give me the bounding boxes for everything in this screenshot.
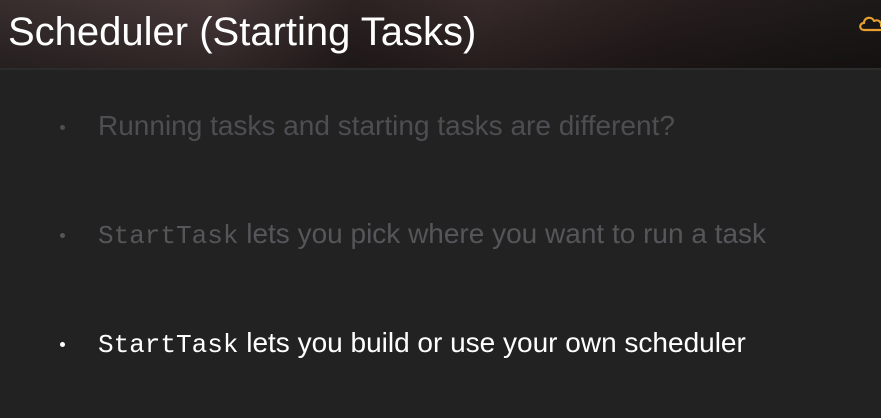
bullet-item-1: Running tasks and starting tasks are dif…	[0, 106, 881, 146]
bullet-code: StartTask	[98, 221, 239, 251]
slide-header: Scheduler (Starting Tasks)	[0, 0, 881, 68]
bullet-text-body: lets you pick where you want to run a ta…	[238, 218, 767, 249]
bullet-text: StartTask lets you pick where you want t…	[98, 218, 766, 251]
slide: Scheduler (Starting Tasks) Running tasks…	[0, 0, 881, 418]
bullet-item-3: StartTask lets you build or use your own…	[0, 323, 881, 363]
bullet-text: Running tasks and starting tasks are dif…	[98, 110, 675, 142]
bullet-text: StartTask lets you build or use your own…	[98, 327, 746, 360]
bullet-text-body: Running tasks and starting tasks are dif…	[98, 110, 675, 141]
bullet-item-2: StartTask lets you pick where you want t…	[0, 214, 881, 254]
slide-title: Scheduler (Starting Tasks)	[8, 10, 477, 54]
bullet-dot	[60, 125, 65, 130]
cloud-icon	[859, 16, 881, 32]
bullet-text-body: lets you build or use your own scheduler	[238, 327, 746, 358]
bullet-dot	[60, 233, 65, 238]
header-divider	[0, 68, 881, 70]
bullet-dot	[60, 342, 65, 347]
bullet-code: StartTask	[98, 330, 239, 360]
